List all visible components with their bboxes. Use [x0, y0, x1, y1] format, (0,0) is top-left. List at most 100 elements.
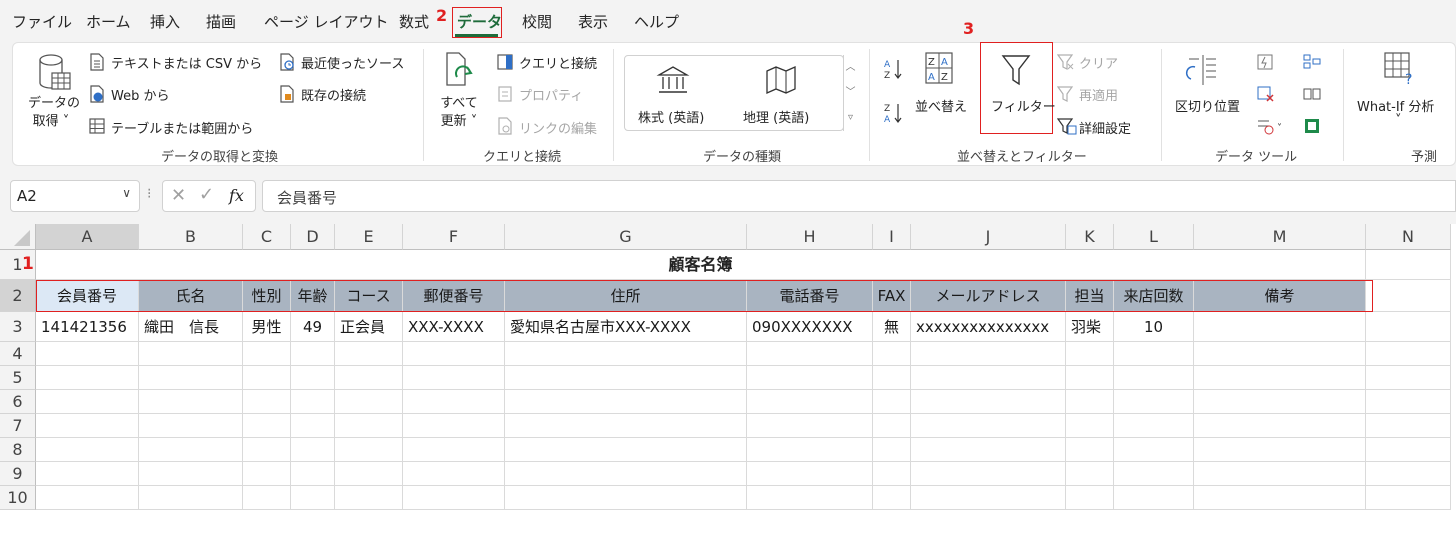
- cell[interactable]: [243, 342, 291, 366]
- cell[interactable]: [747, 414, 873, 438]
- gallery-scroll[interactable]: ︿ ﹀ ▿: [843, 55, 857, 131]
- cell[interactable]: [747, 366, 873, 390]
- row-header-9[interactable]: 9: [0, 462, 36, 486]
- cell[interactable]: [1114, 414, 1194, 438]
- cell[interactable]: [403, 342, 505, 366]
- cell[interactable]: [139, 414, 243, 438]
- cell[interactable]: [1066, 342, 1114, 366]
- data-cell[interactable]: xxxxxxxxxxxxxxx: [911, 312, 1066, 342]
- row-header-10[interactable]: 10: [0, 486, 36, 510]
- cell[interactable]: [1366, 462, 1451, 486]
- cell[interactable]: [291, 462, 335, 486]
- data-cell[interactable]: [1194, 312, 1366, 342]
- header-cell[interactable]: 住所: [505, 280, 747, 312]
- cell[interactable]: [36, 390, 139, 414]
- cell[interactable]: [873, 390, 911, 414]
- row-header-7[interactable]: 7: [0, 414, 36, 438]
- header-cell[interactable]: メールアドレス: [911, 280, 1066, 312]
- cell[interactable]: [403, 366, 505, 390]
- header-cell[interactable]: FAX: [873, 280, 911, 312]
- header-cell[interactable]: 年齢: [291, 280, 335, 312]
- cell[interactable]: [1066, 462, 1114, 486]
- cell[interactable]: [911, 486, 1066, 510]
- cell[interactable]: [291, 414, 335, 438]
- cell[interactable]: [1066, 366, 1114, 390]
- clear-button[interactable]: クリア: [1079, 53, 1118, 72]
- cell[interactable]: [291, 486, 335, 510]
- cell[interactable]: [403, 438, 505, 462]
- cell[interactable]: [747, 390, 873, 414]
- cell[interactable]: [335, 390, 403, 414]
- cell[interactable]: [1194, 438, 1366, 462]
- refresh-all-button[interactable]: すべて 更新 ˅: [437, 95, 481, 131]
- menu-insert[interactable]: 挿入: [150, 11, 180, 32]
- column-header-j[interactable]: J: [911, 224, 1066, 250]
- text-to-columns-button[interactable]: 区切り位置: [1175, 96, 1240, 115]
- cell[interactable]: [1366, 312, 1451, 342]
- cell[interactable]: [335, 486, 403, 510]
- cell[interactable]: [911, 366, 1066, 390]
- cell[interactable]: [243, 486, 291, 510]
- from-text-csv-button[interactable]: テキストまたは CSV から: [111, 53, 262, 72]
- cell[interactable]: [139, 342, 243, 366]
- cell[interactable]: [1366, 486, 1451, 510]
- menu-page-layout[interactable]: ページ レイアウト: [264, 11, 388, 32]
- cell[interactable]: [1366, 438, 1451, 462]
- name-box[interactable]: A2 ∨: [10, 180, 140, 212]
- cell[interactable]: [335, 342, 403, 366]
- cell[interactable]: [36, 438, 139, 462]
- column-header-g[interactable]: G: [505, 224, 747, 250]
- data-cell[interactable]: 羽柴: [1066, 312, 1114, 342]
- header-cell[interactable]: 備考: [1194, 280, 1366, 312]
- cell[interactable]: [911, 414, 1066, 438]
- cell[interactable]: [1114, 390, 1194, 414]
- get-data-button[interactable]: データの 取得 ˅: [28, 95, 80, 131]
- data-cell[interactable]: 織田 信長: [139, 312, 243, 342]
- data-cell[interactable]: 49: [291, 312, 335, 342]
- cell[interactable]: [1366, 250, 1451, 280]
- cell[interactable]: [1066, 390, 1114, 414]
- cell[interactable]: [1366, 390, 1451, 414]
- cell[interactable]: [873, 438, 911, 462]
- cell[interactable]: [505, 486, 747, 510]
- cell[interactable]: [505, 342, 747, 366]
- cell[interactable]: [873, 366, 911, 390]
- cell[interactable]: [1114, 342, 1194, 366]
- cell[interactable]: [911, 342, 1066, 366]
- column-header-f[interactable]: F: [403, 224, 505, 250]
- column-header-i[interactable]: I: [873, 224, 911, 250]
- cell[interactable]: [911, 390, 1066, 414]
- cell[interactable]: [139, 366, 243, 390]
- cell[interactable]: [243, 366, 291, 390]
- properties-button[interactable]: プロパティ: [519, 85, 583, 104]
- data-cell[interactable]: 正会員: [335, 312, 403, 342]
- cell[interactable]: [403, 390, 505, 414]
- cell[interactable]: [139, 486, 243, 510]
- cell[interactable]: [291, 390, 335, 414]
- cell[interactable]: [335, 366, 403, 390]
- cell[interactable]: [505, 462, 747, 486]
- cell[interactable]: [1194, 366, 1366, 390]
- cell[interactable]: [243, 462, 291, 486]
- edit-links-button[interactable]: リンクの編集: [519, 118, 597, 137]
- reapply-button[interactable]: 再適用: [1079, 85, 1118, 104]
- from-table-button[interactable]: テーブルまたは範囲から: [111, 118, 253, 137]
- enter-icon[interactable]: ✓: [199, 184, 214, 205]
- cell[interactable]: [1114, 462, 1194, 486]
- cell[interactable]: [36, 342, 139, 366]
- column-header-e[interactable]: E: [335, 224, 403, 250]
- menu-draw[interactable]: 描画: [206, 11, 236, 32]
- cell[interactable]: [139, 462, 243, 486]
- worksheet-grid[interactable]: ABCDEFGHIJKLMN 1 2 3 4 5 6 7 8 9 10 顧客名簿 会員番号 氏名 性別年…: [0, 224, 1456, 550]
- cell[interactable]: [1194, 486, 1366, 510]
- cell[interactable]: [505, 414, 747, 438]
- cell[interactable]: [1066, 486, 1114, 510]
- cell[interactable]: [335, 438, 403, 462]
- recent-sources-button[interactable]: 最近使ったソース: [301, 53, 404, 72]
- gallery-up-icon[interactable]: ︿: [844, 55, 857, 80]
- cell[interactable]: [1366, 366, 1451, 390]
- cell[interactable]: [911, 462, 1066, 486]
- queries-connections-button[interactable]: クエリと接続: [519, 53, 597, 72]
- row-header-2[interactable]: 2: [0, 280, 36, 312]
- cell[interactable]: [139, 438, 243, 462]
